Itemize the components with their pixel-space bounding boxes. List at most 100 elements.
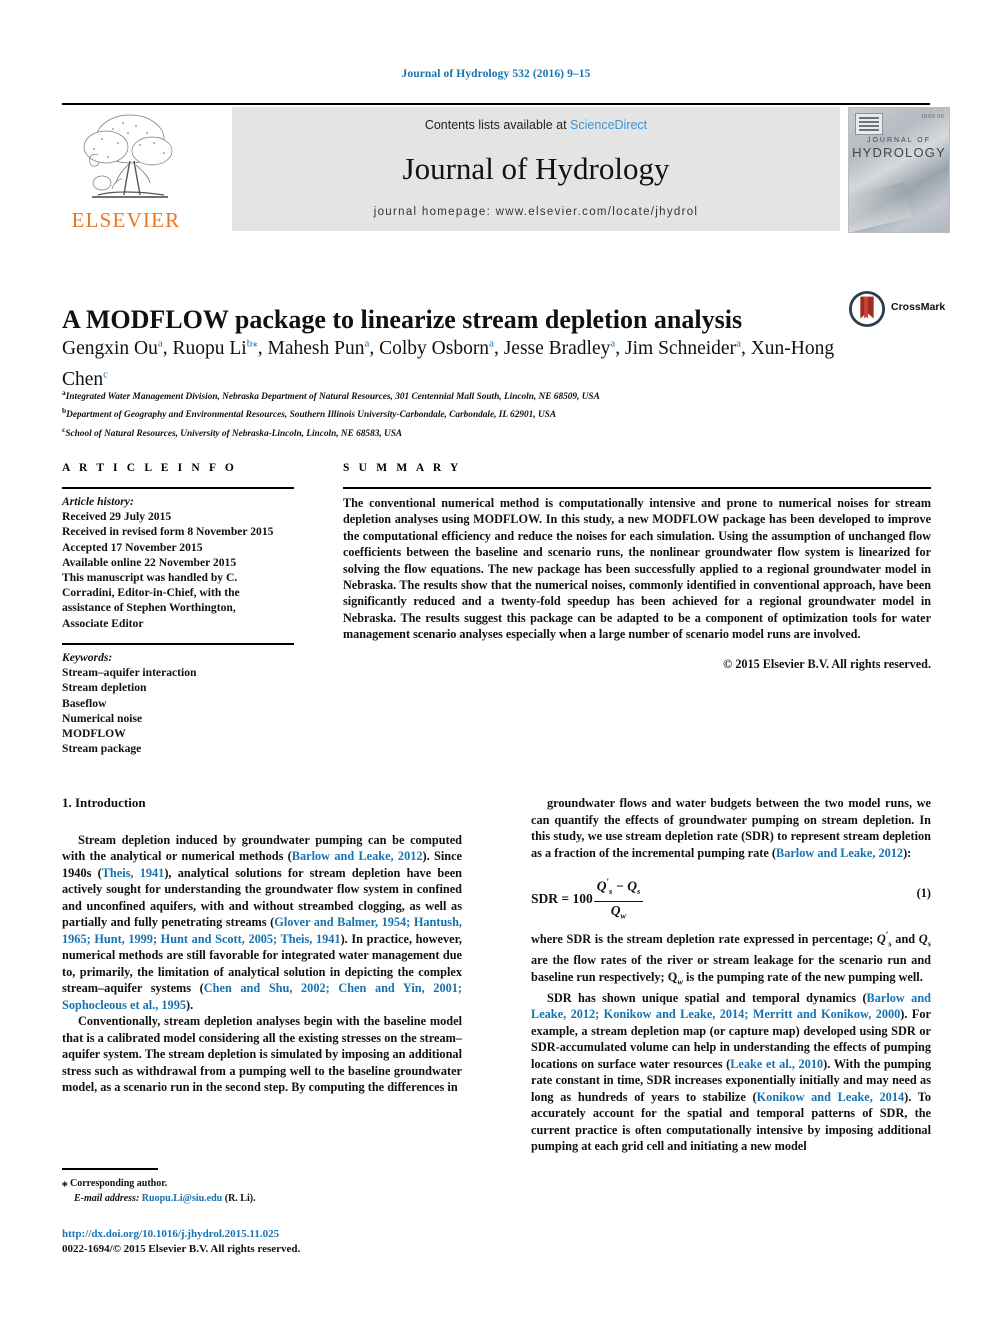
author-affil-mark: c: [103, 368, 109, 381]
history-item: Received 29 July 2015: [62, 510, 172, 524]
keyword-item: Stream depletion: [62, 681, 147, 695]
journal-homepage-link[interactable]: journal homepage: www.elsevier.com/locat…: [232, 206, 840, 218]
citation-link[interactable]: Barlow and Leake, 2012: [776, 846, 903, 860]
affiliation-list: aIntegrated Water Management Division, N…: [62, 386, 862, 441]
cover-badge-icon: [855, 113, 883, 135]
body-column-left: 1. Introduction Stream depletion induced…: [62, 795, 462, 1096]
summary-text: The conventional numerical method is com…: [343, 496, 931, 642]
email-suffix: (R. Li).: [224, 1192, 256, 1204]
journal-title: Journal of Hydrology: [402, 151, 670, 186]
summary-rule: [343, 487, 931, 489]
keyword-item: Numerical noise: [62, 711, 143, 725]
equation-1: SDR = 100 Q′s − Qs Qw (1): [531, 874, 931, 920]
section-heading-introduction: 1. Introduction: [62, 795, 146, 810]
article-page: Journal of Hydrology 532 (2016) 9–15 ELS…: [0, 0, 992, 1323]
affiliation-item: cSchool of Natural Resources, University…: [62, 424, 403, 439]
cover-decor: [849, 182, 913, 232]
article-info-rule-top: [62, 487, 294, 489]
elsevier-wordmark: ELSEVIER: [71, 208, 181, 232]
citation-link[interactable]: Barlow and Leake, 2012: [292, 849, 423, 863]
author-affil-mark: a: [736, 337, 741, 349]
paragraph: SDR has shown unique spatial and tempora…: [531, 990, 932, 1154]
author-item: Gengxin Oua: [62, 337, 163, 359]
equation-number: (1): [916, 886, 931, 900]
keyword-item: Stream package: [62, 742, 142, 756]
history-item: Available online 22 November 2015: [62, 555, 237, 569]
history-item: Received in revised form 8 November 2015: [62, 525, 274, 539]
contents-prefix: Contents lists available at: [424, 118, 571, 132]
author-affil-mark: a: [157, 337, 163, 349]
keyword-item: Baseflow: [62, 696, 107, 710]
contents-line: Contents lists available at ScienceDirec…: [232, 118, 840, 132]
email-note: E-mail address: Ruopu.Li@siu.edu (R. Li)…: [62, 1192, 462, 1207]
journal-cover-thumbnail: ISSN 00 JOURNAL OF HYDROLOGY: [848, 107, 950, 233]
author-item: Ruopu Lib⁎: [172, 337, 258, 359]
article-info-heading: A R T I C L E I N F O: [62, 462, 237, 474]
citation-link[interactable]: Leake et al., 2010: [730, 1057, 823, 1071]
equation-equals: =: [561, 890, 570, 906]
email-link[interactable]: Ruopu.Li@siu.edu: [142, 1193, 222, 1204]
author-item: Jim Schneidera: [625, 337, 741, 359]
paragraph: Stream depletion induced by groundwater …: [62, 832, 463, 1012]
doi-link[interactable]: http://dx.doi.org/10.1016/j.jhydrol.2015…: [62, 1227, 482, 1242]
equation-expression: SDR = 100 Q′s − Qs Qw: [531, 874, 644, 924]
cover-title-line2: HYDROLOGY: [852, 145, 946, 160]
body-column-right: groundwater flows and water budgets betw…: [531, 795, 931, 1155]
corresponding-author-text: Corresponding author.: [70, 1178, 168, 1189]
elsevier-tree-icon: [83, 114, 173, 198]
article-history-label: Article history:: [62, 495, 134, 508]
footer-block: http://dx.doi.org/10.1016/j.jhydrol.2015…: [62, 1227, 482, 1256]
crossmark-icon: [848, 290, 886, 328]
footnote-block: ⁎ Corresponding author. E-mail address: …: [62, 1176, 462, 1206]
affiliation-item: bDepartment of Geography and Environment…: [62, 406, 557, 421]
history-item: This manuscript was handled by C.: [62, 571, 238, 585]
cover-title: JOURNAL OF HYDROLOGY: [849, 137, 949, 160]
footnote-rule: [62, 1168, 158, 1170]
citation-link[interactable]: Theis, 1941: [102, 866, 165, 880]
masthead-band: Contents lists available at ScienceDirec…: [232, 107, 840, 231]
paragraph: where SDR is the stream depletion rate e…: [531, 930, 931, 986]
journal-masthead: ELSEVIER Contents lists available at Sci…: [62, 103, 950, 233]
author-affil-mark: a: [364, 337, 370, 349]
affiliation-item: aIntegrated Water Management Division, N…: [62, 388, 600, 403]
corresponding-author-note: ⁎ Corresponding author.: [62, 1176, 462, 1192]
summary-heading: S U M M A R Y: [343, 462, 462, 474]
article-history-block: Article history: Received 29 July 2015 R…: [62, 494, 294, 631]
cover-title-line1: JOURNAL OF: [866, 137, 932, 144]
citation-link[interactable]: Konikow and Leake, 2014: [757, 1090, 905, 1104]
history-item: assistance of Stephen Worthington,: [62, 601, 236, 615]
history-item: Associate Editor: [62, 616, 144, 630]
keyword-item: MODFLOW: [62, 727, 126, 741]
keywords-block: Keywords: Stream–aquifer interaction Str…: [62, 650, 294, 756]
summary-copyright: © 2015 Elsevier B.V. All rights reserved…: [723, 657, 931, 671]
equation-coefficient: 100: [572, 890, 593, 906]
email-label: E-mail address:: [74, 1192, 140, 1204]
equation-lhs: SDR: [531, 890, 559, 906]
author-list: Gengxin Oua, Ruopu Lib⁎, Mahesh Puna, Co…: [62, 337, 835, 390]
equation-fraction: Q′s − Qs Qw: [593, 874, 644, 924]
sciencedirect-link[interactable]: ScienceDirect: [570, 118, 647, 132]
keywords-label: Keywords:: [62, 651, 113, 664]
author-item: Mahesh Puna: [267, 337, 370, 359]
cover-issn: ISSN 00: [921, 114, 944, 120]
author-item: Jesse Bradleya: [503, 337, 616, 359]
crossmark-badge[interactable]: CrossMark: [848, 288, 946, 332]
equation-denominator: Qw: [610, 902, 627, 921]
paragraph: Conventionally, stream depletion analyse…: [62, 1014, 462, 1094]
corresponding-star: ⁎: [62, 1177, 68, 1189]
running-head: Journal of Hydrology 532 (2016) 9–15: [401, 68, 591, 80]
paragraph: groundwater flows and water budgets betw…: [531, 796, 931, 860]
equation-numerator: Q′s − Qs: [593, 874, 644, 902]
history-item: Corradini, Editor-in-Chief, with the: [62, 586, 240, 600]
keyword-item: Stream–aquifer interaction: [62, 666, 197, 680]
masthead-top-rule: [62, 103, 930, 105]
footer-copyright: 0022-1694/© 2015 Elsevier B.V. All right…: [62, 1242, 301, 1255]
corresponding-author-mark: ⁎: [252, 337, 258, 349]
author-item: Colby Osborna: [379, 337, 494, 359]
elsevier-logo: ELSEVIER: [62, 107, 190, 232]
article-info-rule-bottom: [62, 643, 294, 645]
author-affil-mark: a: [489, 337, 494, 349]
author-affil-mark: a: [610, 337, 616, 349]
crossmark-label: CrossMark: [891, 301, 946, 313]
history-item: Accepted 17 November 2015: [62, 540, 203, 554]
